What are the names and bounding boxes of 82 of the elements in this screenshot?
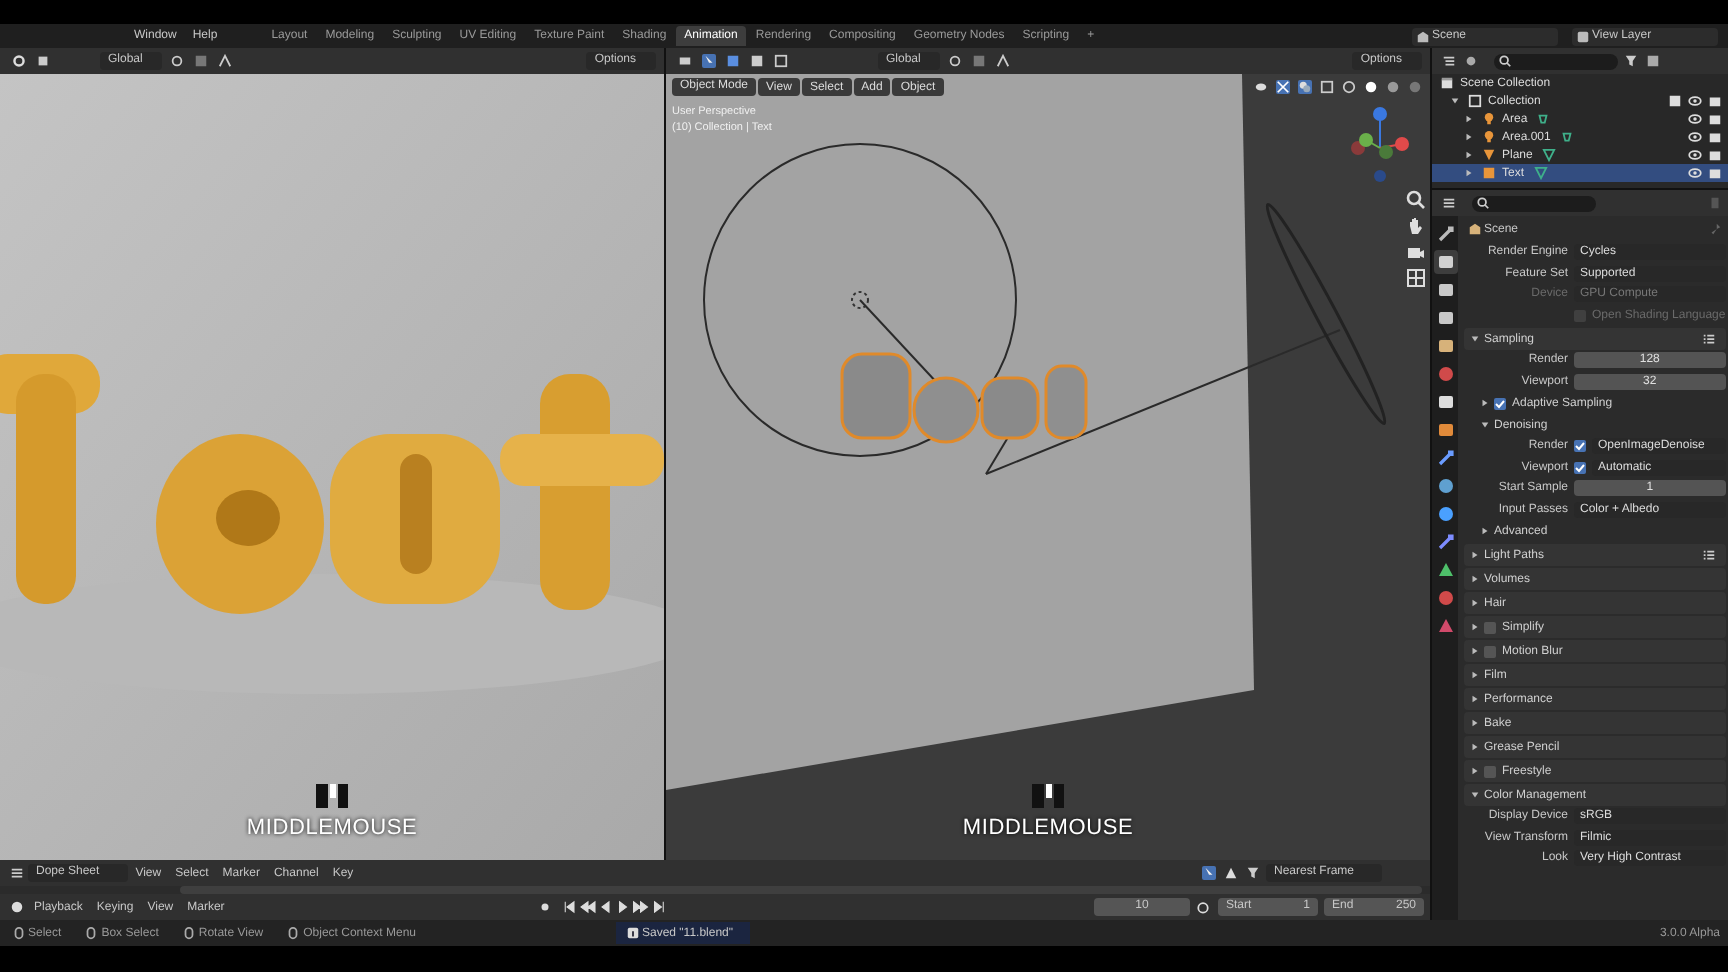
mouse-icon — [11, 926, 25, 940]
disclosure-triangle-icon[interactable] — [1470, 334, 1480, 344]
mouse-icon — [316, 784, 348, 808]
zoom-icon[interactable] — [1406, 190, 1426, 210]
disclosure-triangle-icon[interactable] — [1470, 646, 1480, 656]
mouse-icon — [84, 926, 99, 940]
layers-icon — [1575, 29, 1589, 43]
disclosure-triangle-icon[interactable] — [1464, 168, 1474, 178]
disclosure-triangle-icon[interactable] — [1480, 526, 1490, 536]
cursor-icon[interactable] — [701, 54, 715, 68]
mouse-icon — [286, 926, 301, 940]
wireframe-shading-icon[interactable] — [1341, 80, 1355, 94]
checkbox[interactable] — [1484, 645, 1496, 657]
checkbox[interactable] — [1494, 397, 1506, 409]
square-icon[interactable] — [749, 54, 763, 68]
warning-icon[interactable] — [1224, 866, 1239, 880]
mouse-icon — [1032, 784, 1064, 808]
box-icon — [1467, 94, 1481, 108]
disclosure-triangle-icon[interactable] — [1450, 96, 1460, 106]
properties-tab[interactable] — [1433, 222, 1457, 246]
eye-icon[interactable] — [1687, 94, 1701, 108]
search-icon — [1497, 54, 1511, 68]
properties-tab[interactable] — [1433, 530, 1457, 554]
disclosure-triangle-icon[interactable] — [1470, 718, 1480, 728]
disclosure-triangle-icon[interactable] — [1470, 670, 1480, 680]
scene-icon — [1467, 222, 1481, 236]
info-icon — [625, 926, 639, 940]
eye-icon[interactable] — [1687, 166, 1701, 180]
bulb-icon — [1481, 112, 1495, 126]
cursor-icon[interactable] — [1202, 866, 1217, 880]
disclosure-triangle-icon[interactable] — [1470, 598, 1480, 608]
display-mode-icon[interactable] — [1441, 54, 1455, 68]
disclosure-triangle-icon[interactable] — [1470, 766, 1480, 776]
list-icon[interactable] — [1702, 548, 1717, 562]
eye-icon[interactable] — [1687, 130, 1701, 144]
checkbox[interactable] — [1574, 440, 1586, 453]
grid-icon[interactable] — [1406, 268, 1426, 288]
properties-tab[interactable] — [1433, 502, 1457, 526]
properties-tab[interactable] — [1433, 418, 1457, 442]
mouse-icon — [181, 926, 196, 940]
triangle-icon — [1481, 148, 1495, 162]
eye-icon[interactable] — [1687, 112, 1701, 126]
disclosure-triangle-icon[interactable] — [1470, 622, 1480, 632]
bulb-icon — [1481, 130, 1495, 144]
disclosure-triangle-icon[interactable] — [1464, 150, 1474, 160]
solid-shading-icon[interactable] — [1363, 80, 1377, 94]
search-field[interactable] — [1472, 195, 1596, 211]
checkbox[interactable] — [1484, 621, 1496, 633]
disclosure-triangle-icon[interactable] — [1470, 790, 1480, 800]
properties-tab[interactable] — [1433, 558, 1457, 582]
key-label: MIDDLEMOUSE — [962, 816, 1134, 840]
disclosure-triangle-icon[interactable] — [1464, 132, 1474, 142]
eye-icon[interactable] — [1687, 148, 1701, 162]
disclosure-triangle-icon[interactable] — [1470, 694, 1480, 704]
list-icon[interactable] — [1702, 332, 1717, 346]
disclosure-triangle-icon[interactable] — [1470, 550, 1480, 560]
properties-tab[interactable] — [1433, 390, 1457, 414]
properties-tab[interactable] — [1433, 250, 1457, 274]
scene-icon — [1415, 29, 1429, 43]
navigation-gizmo[interactable] — [1346, 104, 1414, 184]
square-icon[interactable] — [773, 54, 787, 68]
hand-icon[interactable] — [1406, 216, 1426, 236]
square-icon[interactable] — [35, 54, 49, 68]
properties-tab[interactable] — [1433, 306, 1457, 330]
disclosure-triangle-icon[interactable] — [1480, 398, 1490, 408]
search-field[interactable] — [1494, 53, 1618, 69]
disclosure-triangle-icon[interactable] — [1470, 574, 1480, 584]
properties-tab[interactable] — [1433, 278, 1457, 302]
box-icon — [1439, 76, 1453, 90]
key-label: MIDDLEMOUSE — [246, 816, 418, 840]
disclosure-triangle-icon[interactable] — [1480, 420, 1490, 430]
checkbox[interactable] — [1484, 765, 1496, 777]
checkmark-icon — [1494, 397, 1506, 409]
record-icon[interactable] — [537, 900, 552, 914]
search-icon — [1475, 196, 1489, 210]
disclosure-triangle-icon[interactable] — [1464, 114, 1474, 124]
properties-tab[interactable] — [1433, 446, 1457, 470]
properties-tab[interactable] — [1433, 474, 1457, 498]
properties-tab[interactable] — [1433, 334, 1457, 358]
checkbox[interactable] — [1574, 461, 1586, 474]
disclosure-triangle-icon[interactable] — [1470, 742, 1480, 752]
square-icon[interactable] — [725, 54, 739, 68]
